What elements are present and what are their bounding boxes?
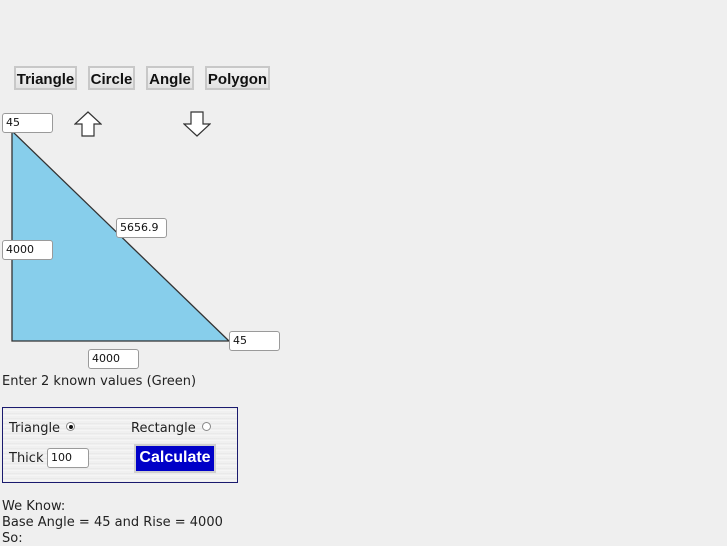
tab-angle[interactable]: Angle [146,66,194,90]
result-given: Base Angle = 45 and Rise = 4000 [2,515,223,530]
rectangle-option-label: Rectangle [131,421,196,436]
triangle-radio[interactable] [66,422,75,431]
tab-circle[interactable]: Circle [88,66,135,90]
base-input[interactable]: 4000 [88,349,139,369]
rise-input[interactable]: 4000 [2,240,53,260]
options-panel: Triangle Rectangle Thick 100 Calculate [2,407,238,483]
down-arrow-icon[interactable] [183,111,211,137]
thick-input[interactable]: 100 [47,448,89,468]
base-angle-input[interactable]: 45 [229,331,280,351]
calculate-button[interactable]: Calculate [134,444,216,473]
hypotenuse-input[interactable]: 5656.9 [116,218,167,238]
result-we-know: We Know: [2,499,66,514]
thick-label: Thick [9,451,44,466]
tab-triangle[interactable]: Triangle [14,66,77,90]
result-so: So: [2,531,23,546]
rectangle-radio[interactable] [202,422,211,431]
triangle-option-label: Triangle [9,421,61,436]
top-angle-input[interactable]: 45 [2,113,53,133]
instruction-text: Enter 2 known values (Green) [2,374,197,389]
up-arrow-icon[interactable] [74,111,102,137]
tab-polygon[interactable]: Polygon [205,66,270,90]
